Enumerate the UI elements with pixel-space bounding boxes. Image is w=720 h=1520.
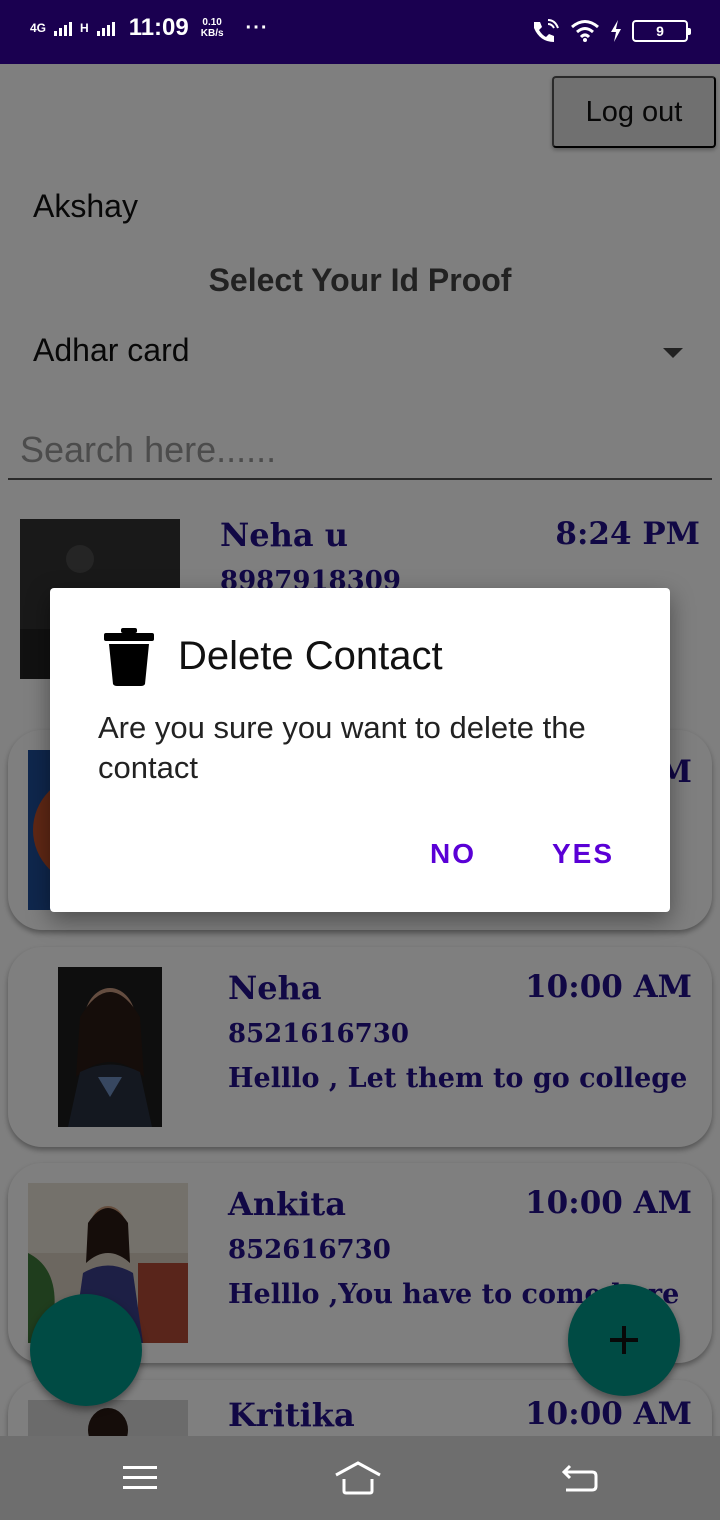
delete-contact-dialog: Delete Contact Are you sure you want to … — [50, 588, 670, 912]
network-type: 4G — [30, 21, 47, 35]
menu-button[interactable] — [116, 1454, 164, 1502]
wifi-icon — [571, 20, 599, 42]
network-indicator: 4G — [30, 22, 46, 34]
menu-icon — [123, 1466, 157, 1489]
trash-icon — [104, 628, 154, 686]
more-notifications-icon: ··· — [245, 16, 269, 39]
dialog-title: Delete Contact — [178, 634, 443, 678]
battery-icon: 9 — [632, 20, 691, 42]
home-button[interactable] — [334, 1454, 382, 1502]
navigation-bar — [0, 1436, 720, 1520]
home-icon — [335, 1461, 381, 1495]
signal-icon-secondary — [96, 20, 115, 36]
yes-button[interactable]: YES — [552, 838, 614, 870]
signal-icon — [54, 20, 73, 36]
battery-level: 9 — [656, 23, 664, 39]
no-button[interactable]: NO — [430, 838, 476, 870]
network-type-secondary: H — [80, 21, 89, 35]
speed-value: 0.10 — [202, 17, 222, 28]
status-bar: 4G H 11:09 0.10 KB/s ··· 9 — [0, 0, 720, 64]
back-button[interactable] — [556, 1454, 604, 1502]
clock: 11:09 — [128, 14, 189, 41]
wifi-call-icon — [534, 19, 559, 42]
network-speed: 0.10 KB/s — [201, 17, 224, 39]
back-icon — [562, 1464, 598, 1492]
charging-icon — [611, 20, 621, 42]
dialog-message: Are you sure you want to delete the cont… — [98, 710, 586, 785]
speed-unit: KB/s — [200, 28, 224, 39]
